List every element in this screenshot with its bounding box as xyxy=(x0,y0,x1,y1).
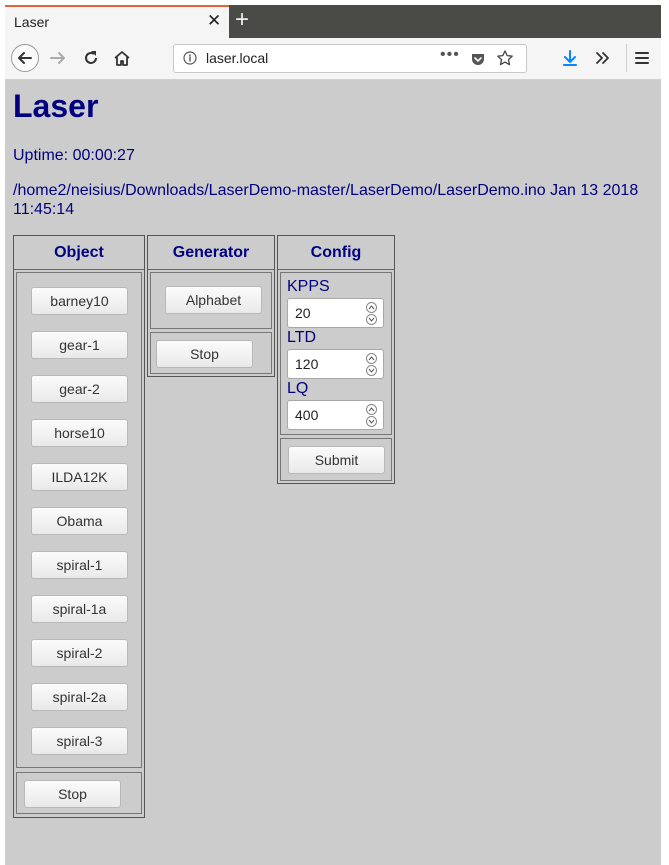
kpps-input[interactable]: 20 xyxy=(287,298,384,328)
object-button-spiral-3[interactable]: spiral-3 xyxy=(31,727,128,755)
uptime-text: Uptime: 00:00:27 xyxy=(13,147,135,164)
generator-panel-header: Generator xyxy=(148,236,274,270)
ltd-label: LTD xyxy=(287,329,317,346)
object-button-barney10[interactable]: barney10 xyxy=(31,287,128,315)
config-panel-header: Config xyxy=(278,236,394,270)
sketch-path-text: /home2/neisius/Downloads/LaserDemo-maste… xyxy=(13,182,639,218)
bookmark-star-icon[interactable] xyxy=(496,49,514,67)
pocket-icon[interactable] xyxy=(470,51,486,67)
lq-input[interactable]: 400 xyxy=(287,400,384,430)
ltd-input[interactable]: 120 xyxy=(287,349,384,379)
reload-icon[interactable] xyxy=(81,48,101,68)
object-button-gear-1[interactable]: gear-1 xyxy=(31,331,128,359)
object-button-gear-2[interactable]: gear-2 xyxy=(31,375,128,403)
object-panel-header: Object xyxy=(14,236,144,270)
url-text[interactable]: laser.local xyxy=(206,50,268,66)
kpps-value: 20 xyxy=(295,305,311,321)
ltd-decrement-icon[interactable] xyxy=(366,365,377,376)
object-button-spiral-1a[interactable]: spiral-1a xyxy=(31,595,128,623)
generator-list-cell: Alphabet xyxy=(150,272,272,329)
ltd-value: 120 xyxy=(295,356,319,372)
page-content: Laser Uptime: 00:00:27 /home2/neisius/Do… xyxy=(5,80,661,865)
object-button-ilda12k[interactable]: ILDA12K xyxy=(31,463,128,491)
tab-laser[interactable]: Laser ✕ xyxy=(5,5,229,38)
home-icon[interactable] xyxy=(112,48,132,68)
new-tab-icon[interactable]: + xyxy=(235,7,249,33)
info-icon[interactable] xyxy=(183,51,197,65)
config-panel: Config KPPS 20 LTD 120 LQ 400 Submit xyxy=(277,235,395,484)
object-panel: Object barney10 gear-1 gear-2 horse10 IL… xyxy=(13,235,145,818)
nav-toolbar: laser.local ••• xyxy=(5,38,661,80)
tab-title: Laser xyxy=(14,14,50,30)
hamburger-menu-icon[interactable] xyxy=(632,48,652,68)
lq-label: LQ xyxy=(287,380,309,397)
object-button-obama[interactable]: Obama xyxy=(31,507,128,535)
config-submit-cell: Submit xyxy=(280,438,392,481)
config-submit-button[interactable]: Submit xyxy=(288,446,385,474)
object-list-cell: barney10 gear-1 gear-2 horse10 ILDA12K O… xyxy=(16,272,142,768)
toolbar-separator xyxy=(626,44,627,72)
object-button-spiral-2[interactable]: spiral-2 xyxy=(31,639,128,667)
close-tab-icon[interactable]: ✕ xyxy=(207,11,221,31)
lq-value: 400 xyxy=(295,407,319,423)
object-button-spiral-2a[interactable]: spiral-2a xyxy=(31,683,128,711)
object-stop-cell: Stop xyxy=(16,772,142,814)
generator-stop-cell: Stop xyxy=(150,332,272,374)
kpps-label: KPPS xyxy=(287,278,330,295)
page-title: Laser xyxy=(13,88,99,124)
ltd-increment-icon[interactable] xyxy=(366,353,377,364)
page-actions-icon[interactable]: ••• xyxy=(440,46,460,64)
overflow-chevrons-icon[interactable] xyxy=(593,48,613,68)
url-bar[interactable]: laser.local ••• xyxy=(173,44,527,73)
object-stop-button[interactable]: Stop xyxy=(24,780,121,808)
config-fields-cell: KPPS 20 LTD 120 LQ 400 xyxy=(280,272,392,435)
kpps-increment-icon[interactable] xyxy=(366,302,377,313)
kpps-decrement-icon[interactable] xyxy=(366,314,377,325)
download-icon[interactable] xyxy=(560,48,580,68)
window-frame-right xyxy=(661,0,669,865)
generator-panel: Generator Alphabet Stop xyxy=(147,235,275,377)
generator-stop-button[interactable]: Stop xyxy=(156,340,253,368)
generator-button-alphabet[interactable]: Alphabet xyxy=(165,286,262,314)
lq-decrement-icon[interactable] xyxy=(366,416,377,427)
object-button-horse10[interactable]: horse10 xyxy=(31,419,128,447)
lq-increment-icon[interactable] xyxy=(366,404,377,415)
forward-arrow-icon[interactable] xyxy=(48,48,68,68)
back-button[interactable] xyxy=(11,44,39,72)
tab-strip: Laser ✕ + xyxy=(5,5,661,38)
object-button-spiral-1[interactable]: spiral-1 xyxy=(31,551,128,579)
back-arrow-icon xyxy=(18,52,32,64)
